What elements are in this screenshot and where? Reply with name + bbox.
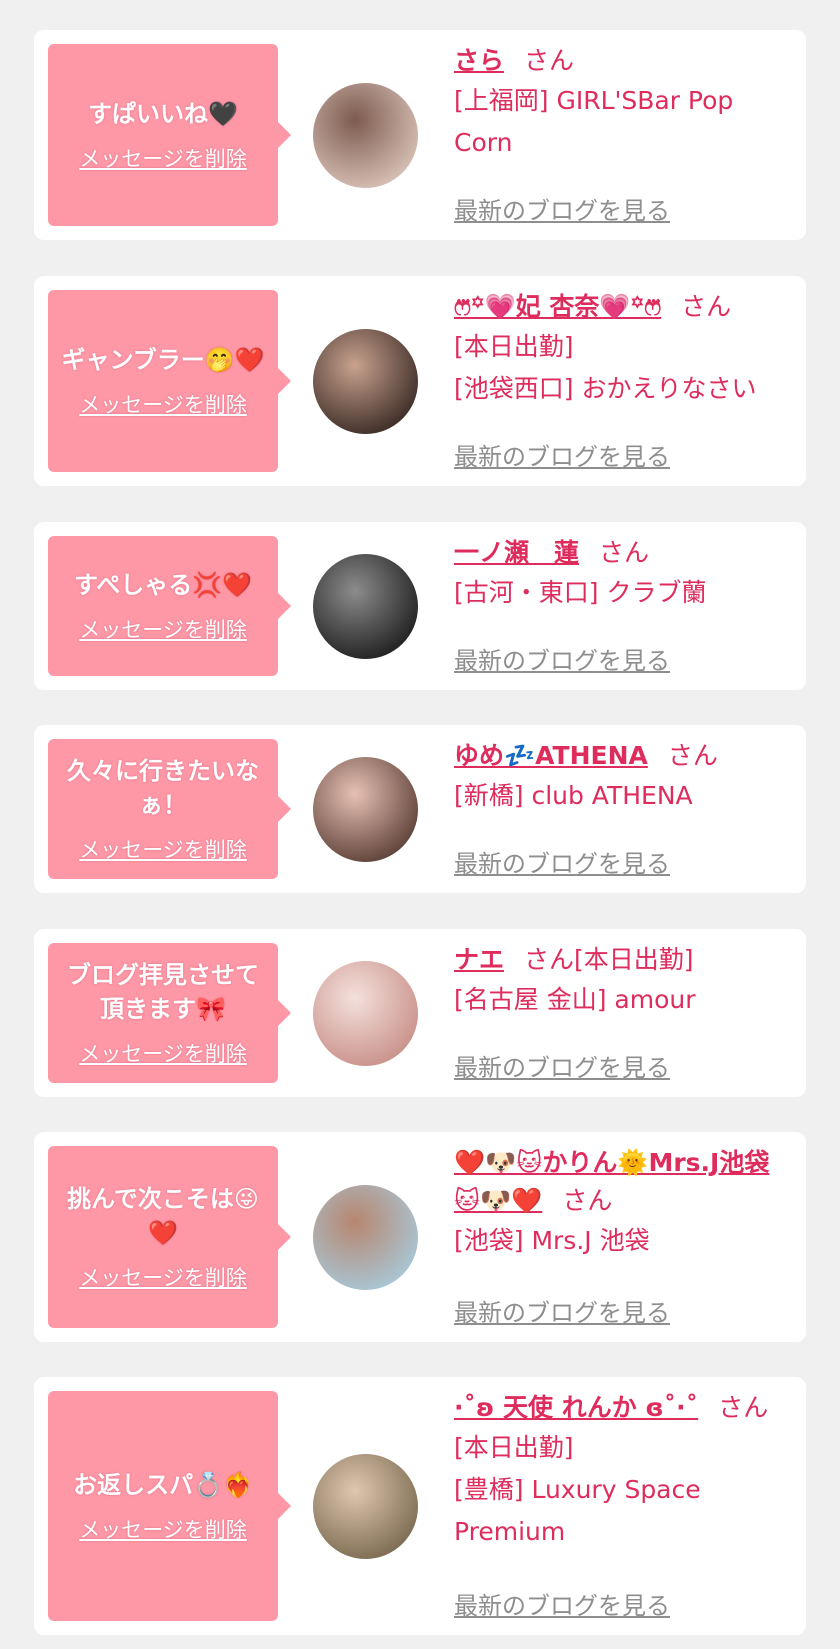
avatar[interactable] [313,83,418,188]
shop-line: [名古屋 金山] amour [454,985,696,1014]
honorific: さん [667,741,718,770]
message-text: すぺしゃる💢❤️ [73,571,253,599]
delete-message-link[interactable]: メッセージを削除 [79,834,247,864]
avatar[interactable] [313,554,418,659]
shop-line: [池袋西口] おかえりなさい [454,374,757,403]
honorific: さん [524,46,575,75]
honorific: さん [562,1186,613,1215]
message-bubble: ギャンブラー🤭❤️ メッセージを削除 [48,290,291,472]
honorific: さん[本日出勤] [524,945,694,974]
message-text: 久々に行きたいなぁ！ [67,757,259,819]
view-latest-blog-link[interactable]: 最新のブログを見る [454,1048,670,1083]
message-bubble: 久々に行きたいなぁ！ メッセージを削除 [48,739,291,879]
cast-info: ·˚ʚ 天使 れんか ɞ˚·˚ さん [本日出勤] [豊橋] Luxury Spa… [454,1389,788,1553]
cast-info: ゆめ💤ATHENA さん [新橋] club ATHENA [454,737,788,817]
message-text: すぱいいね🖤 [88,100,238,128]
shop-line: [本日出勤] [454,1433,574,1462]
delete-message-link[interactable]: メッセージを削除 [79,614,247,644]
shop-line: [池袋] Mrs.J 池袋 [454,1226,650,1255]
cast-info: ❤️🐶🐱かりん🌞Mrs.J池袋🐱🐶❤️ さん [池袋] Mrs.J 池袋 [454,1144,788,1262]
cast-info: ෆ⃛꙳💗妃 杏奈💗꙳ෆ⃛ さん [本日出勤] [池袋西口] おかえりなさい [454,288,788,410]
message-bubble: お返しスパ💍❤️‍🔥 メッセージを削除 [48,1391,291,1621]
message-text: 挑んで次こそは😜❤️ [67,1185,259,1247]
avatar[interactable] [313,1185,418,1290]
delete-message-link[interactable]: メッセージを削除 [79,1262,247,1292]
avatar[interactable] [313,757,418,862]
view-latest-blog-link[interactable]: 最新のブログを見る [454,641,670,676]
shop-line: [上福岡] GIRL'SBar Pop [454,86,734,115]
avatar[interactable] [313,961,418,1066]
message-card: ギャンブラー🤭❤️ メッセージを削除 ෆ⃛꙳💗妃 杏奈💗꙳ෆ⃛ さん [本日出勤]… [34,276,806,486]
avatar[interactable] [313,329,418,434]
cast-name-link[interactable]: ·˚ʚ 天使 れんか ɞ˚·˚ [454,1393,698,1422]
shop-line: [豊橋] Luxury Space [454,1475,701,1504]
view-latest-blog-link[interactable]: 最新のブログを見る [454,191,670,226]
message-card: すぺしゃる💢❤️ メッセージを削除 一ノ瀬 蓮さん [古河・東口] クラブ蘭 最… [34,522,806,690]
message-card: お返しスパ💍❤️‍🔥 メッセージを削除 ·˚ʚ 天使 れんか ɞ˚·˚ さん [本… [34,1377,806,1635]
shop-line: Premium [454,1517,566,1546]
delete-message-link[interactable]: メッセージを削除 [79,143,247,173]
message-list: すぱいいね🖤 メッセージを削除 さら さん [上福岡] GIRL'SBar Pop… [0,0,840,1649]
shop-line: [本日出勤] [454,332,574,361]
shop-line: [古河・東口] クラブ蘭 [454,578,707,607]
delete-message-link[interactable]: メッセージを削除 [79,1514,247,1544]
message-text: お返しスパ💍❤️‍🔥 [73,1471,253,1499]
view-latest-blog-link[interactable]: 最新のブログを見る [454,437,670,472]
cast-info: 一ノ瀬 蓮さん [古河・東口] クラブ蘭 [454,534,788,614]
cast-info: ナエ さん[本日出勤] [名古屋 金山] amour [454,941,788,1021]
message-text: ブログ拝見させて頂きます🎀 [67,961,259,1023]
cast-info: さら さん [上福岡] GIRL'SBar Pop Corn [454,42,788,164]
cast-name-link[interactable]: 一ノ瀬 蓮 [454,538,579,567]
honorific: さん [718,1393,769,1422]
shop-line: Corn [454,128,513,157]
view-latest-blog-link[interactable]: 最新のブログを見る [454,1586,670,1621]
message-bubble: 挑んで次こそは😜❤️ メッセージを削除 [48,1146,291,1328]
honorific: さん [681,292,732,321]
message-bubble: すぱいいね🖤 メッセージを削除 [48,44,291,226]
cast-name-link[interactable]: さら [454,46,504,75]
delete-message-link[interactable]: メッセージを削除 [79,389,247,419]
message-text: ギャンブラー🤭❤️ [61,346,265,374]
message-card: すぱいいね🖤 メッセージを削除 さら さん [上福岡] GIRL'SBar Pop… [34,30,806,240]
cast-name-link[interactable]: ナエ [454,945,504,974]
message-card: ブログ拝見させて頂きます🎀 メッセージを削除 ナエ さん[本日出勤] [名古屋 金… [34,929,806,1097]
honorific: さん [599,538,650,567]
cast-name-link[interactable]: ෆ⃛꙳💗妃 杏奈💗꙳ෆ⃛ [454,292,661,321]
view-latest-blog-link[interactable]: 最新のブログを見る [454,1293,670,1328]
message-bubble: ブログ拝見させて頂きます🎀 メッセージを削除 [48,943,291,1083]
view-latest-blog-link[interactable]: 最新のブログを見る [454,844,670,879]
cast-name-link[interactable]: ゆめ💤ATHENA [454,741,648,770]
message-card: 挑んで次こそは😜❤️ メッセージを削除 ❤️🐶🐱かりん🌞Mrs.J池袋🐱🐶❤️ さ… [34,1132,806,1342]
avatar[interactable] [313,1454,418,1559]
message-bubble: すぺしゃる💢❤️ メッセージを削除 [48,536,291,676]
message-card: 久々に行きたいなぁ！ メッセージを削除 ゆめ💤ATHENA さん [新橋] clu… [34,725,806,893]
delete-message-link[interactable]: メッセージを削除 [79,1038,247,1068]
shop-line: [新橋] club ATHENA [454,781,693,810]
